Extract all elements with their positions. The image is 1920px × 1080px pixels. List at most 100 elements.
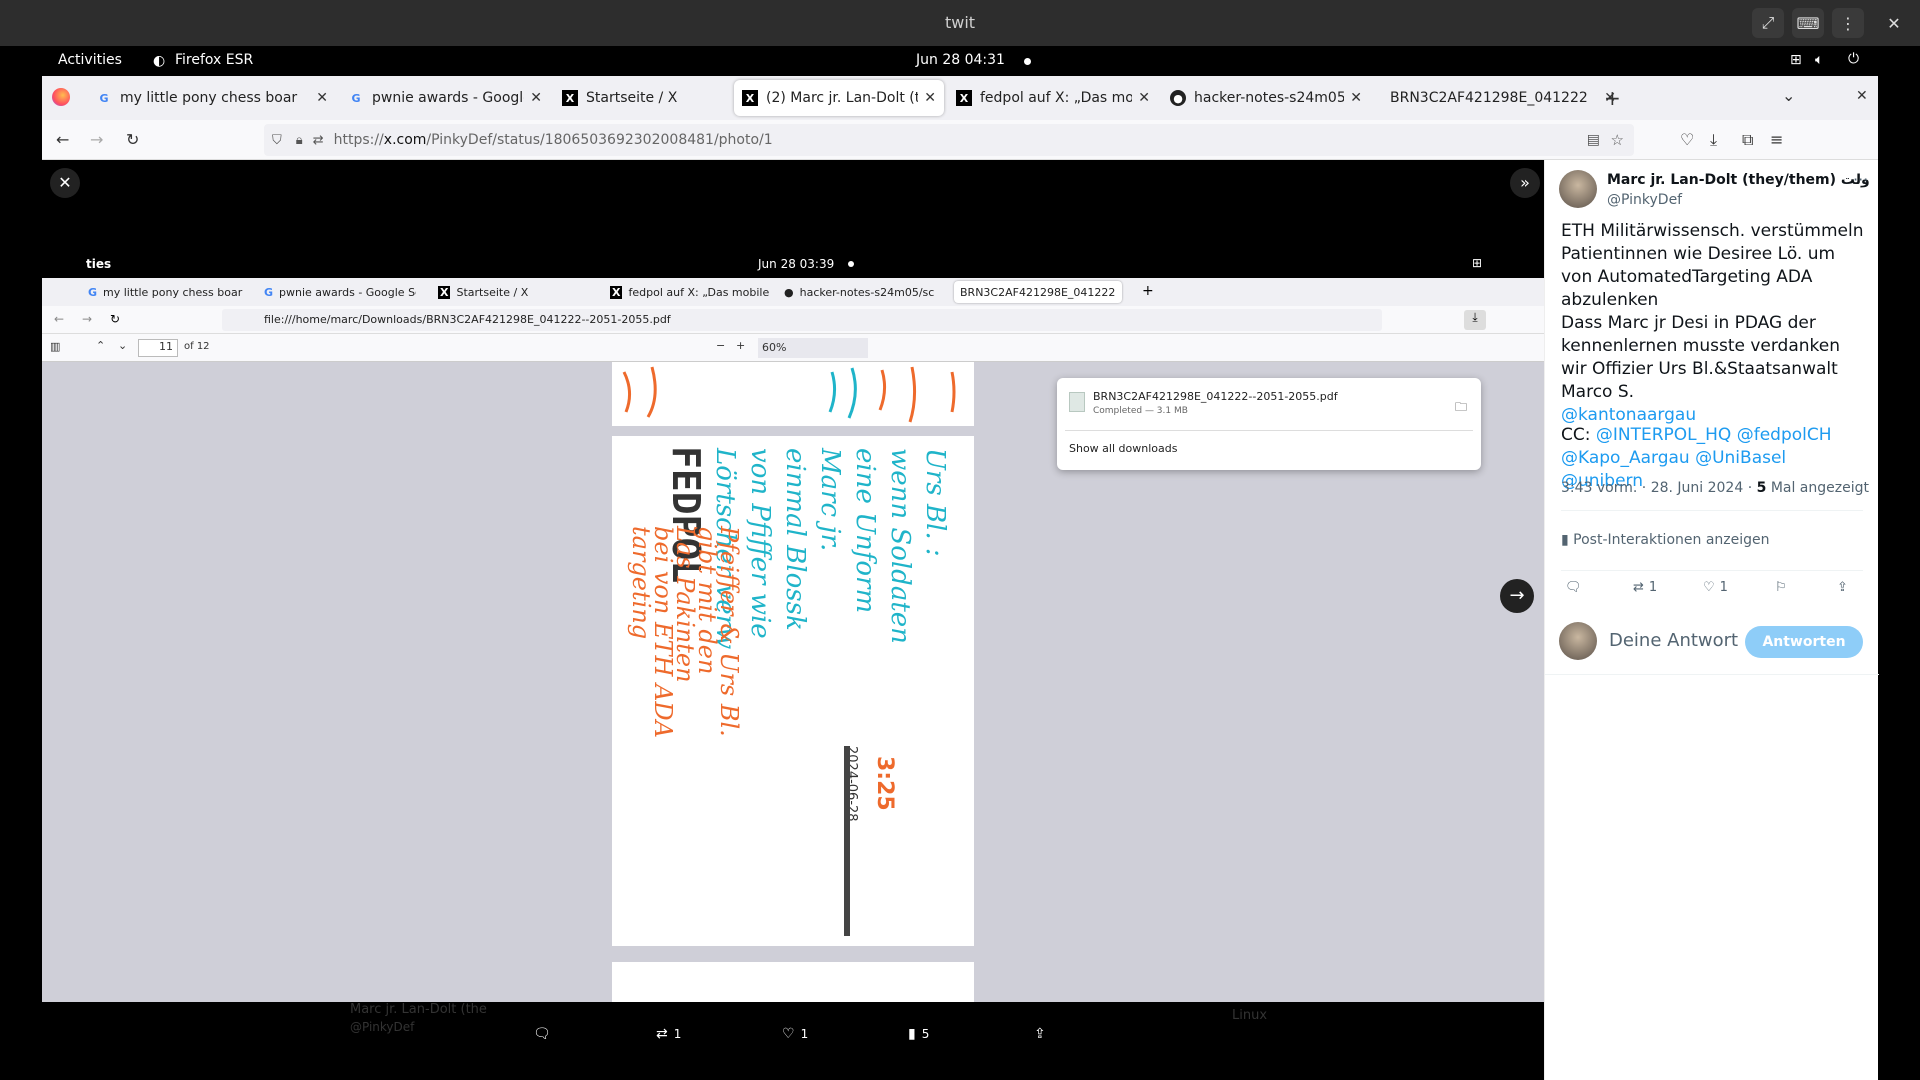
show-all-downloads: Show all downloads [1069,442,1178,455]
zoom-in-icon: + [736,339,746,352]
avatar[interactable] [1559,170,1597,208]
reply-submit-button[interactable]: Antworten [1745,626,1863,658]
app-menu-icon[interactable]: ≡ [1770,130,1783,149]
reply-input[interactable]: Deine Antwort [1609,630,1738,651]
like-button[interactable]: ♡ 1 [1703,580,1728,595]
back-icon[interactable]: ← [56,130,69,149]
x-logo-icon: X [438,285,451,299]
hw-line: Marc jr. [815,448,845,552]
mention-link[interactable]: @fedpolCH [1737,425,1832,445]
like-button[interactable]: ♡ 1 [782,1026,808,1042]
reload-icon[interactable]: ↻ [126,130,139,149]
inner-tab: ● hacker-notes-s24m05/sc [778,281,946,303]
folder-icon: 🗀 [1455,400,1468,414]
share-icon: ⇪ [1034,1026,1046,1042]
reader-view-icon[interactable]: ▤ [1587,132,1600,148]
url-prefix: https:// [333,132,384,148]
tweet-paragraph-1: ETH Militärwissensch. verstümmeln Patien… [1561,221,1864,310]
menu-kebab-icon[interactable]: ⋮ [1832,8,1864,38]
pdf-page-11: FEDPOL Urs Bl. : wenn Soldaten eine Unfo… [612,436,974,946]
share-button[interactable]: ⇪ [1034,1026,1046,1042]
power-icon[interactable]: ⏻ [1848,51,1859,67]
photo-viewer: ties Jun 28 03:39 ⊞ Gmy little pony ches… [42,160,1544,1080]
app-menu[interactable]: Firefox ESR [175,52,253,68]
close-tab-icon[interactable]: ✕ [1350,90,1362,106]
extensions-icon[interactable]: ⧉ [1742,130,1753,150]
expand-sidebar-button[interactable]: » [1510,168,1540,198]
fullscreen-icon[interactable]: ⤢ [1752,8,1784,38]
mention-link[interactable]: @kantonaargau [1561,405,1696,425]
inner-tab-label: fedpol auf X: „Das mobile [628,285,770,299]
close-photo-button[interactable]: ✕ [50,168,80,198]
share-button[interactable]: ⇪ [1837,580,1848,595]
hw-line: von Pfiffer wie [745,448,775,639]
address-bar[interactable]: ⛉ 🔒︎ ⇄ https://x.com/PinkyDef/status/180… [264,124,1634,156]
tab-label: Startseite / X [586,90,678,106]
close-window-icon[interactable]: ✕ [1878,8,1910,38]
inner-tab-strip: Gmy little pony chess boar Gpwnie awards… [42,278,1544,306]
close-tab-icon[interactable]: ✕ [316,90,328,106]
retweet-button[interactable]: ⇄ 1 [1633,580,1657,595]
tab-5[interactable]: ● hacker-notes-s24m05/sc ✕ [1162,80,1370,116]
inner-reload-icon: ↻ [110,312,121,326]
close-tab-icon[interactable]: ✕ [1138,90,1150,106]
volume-icon[interactable]: 🔈︎ [1815,52,1823,68]
tweet-panel: Marc jr. Lan-Dolt (they/them) ولت @Pinky… [1544,160,1879,1080]
handwriting-fragment [622,366,956,423]
downloads-icon[interactable]: ⤓ [1710,130,1717,150]
views-button[interactable]: ▮ 5 [908,1026,929,1042]
download-status: Completed — 3.1 MB [1093,406,1188,416]
hw-line: Urs Bl. : [920,448,950,557]
pocket-icon[interactable]: ♡ [1680,130,1694,149]
tab-3-active[interactable]: X (2) Marc jr. Lan-Dolt (they ✕ [734,80,944,116]
interactions-label: Post-Interaktionen anzeigen [1573,532,1770,548]
reply-button[interactable]: 🗨︎ [1565,580,1582,595]
list-all-tabs-icon[interactable]: ⌄ [1782,86,1795,105]
hw-line: einmal Blossk [780,448,810,631]
next-photo-button[interactable]: → [1500,579,1534,613]
activities-button[interactable]: Activities [58,52,122,68]
mention-link[interactable]: @Kapo_Aargau [1561,448,1690,468]
notification-dot [1024,58,1031,65]
shield-icon[interactable]: ⛉ [272,133,282,148]
bookmark-icon: ⚐ [1775,580,1787,595]
clock[interactable]: Jun 28 04:31 [916,52,1005,68]
network-icon[interactable]: ⊞ [1790,52,1802,68]
retweet-count: 1 [673,1027,682,1041]
inner-tab-label: BRN3C2AF421298E_041222 [960,285,1116,299]
close-tab-icon[interactable]: ✕ [924,90,936,106]
bookmark-star-icon[interactable]: ☆ [1611,131,1624,149]
tab-0[interactable]: G my little pony chess boar ✕ [88,80,336,116]
firefox-view-icon[interactable] [52,88,70,106]
window-title: twit [944,13,976,32]
reply-button[interactable]: 🗨︎ [533,1026,551,1042]
mention-link[interactable]: @UniBasel [1695,448,1786,468]
author-handle[interactable]: @PinkyDef [1607,192,1682,208]
nav-bar: ← → ↻ ⛉ 🔒︎ ⇄ https://x.com/PinkyDef/stat… [42,120,1878,160]
like-count: 1 [800,1027,809,1041]
tab-4[interactable]: X fedpol auf X: „Das mobile ✕ [948,80,1158,116]
page-count: of 12 [184,341,210,352]
post-interactions-link[interactable]: ▮ Post-Interaktionen anzeigen [1561,532,1770,548]
github-icon: ● [784,285,794,299]
mention-link[interactable]: @INTERPOL_HQ [1596,425,1731,445]
bookmark-button[interactable]: ⚐ [1775,580,1787,595]
tab-6[interactable]: BRN3C2AF421298E_041222 ✕ [1374,80,1624,116]
more-options-icon[interactable]: ··· [1853,170,1868,189]
retweet-count: 1 [1648,580,1658,595]
keyboard-icon[interactable]: ⌨ [1792,8,1824,38]
permissions-icon[interactable]: ⇄ [313,133,324,148]
inner-tab-label: pwnie awards - Google Sc [279,285,416,299]
handwriting-orange: Pfeiffer & Urs Bl. gibt mit den Las Paki… [627,526,743,936]
inner-network-icon: ⊞ [1472,256,1483,270]
lock-icon[interactable]: 🔒︎ [296,133,303,148]
tab-1[interactable]: G pwnie awards - Google Sc ✕ [340,80,550,116]
forward-icon[interactable]: → [90,130,103,149]
tab-label: hacker-notes-s24m05/sc [1194,90,1345,106]
close-tab-icon[interactable]: ✕ [530,90,542,106]
tweet-timestamp[interactable]: 3:43 vorm. · 28. Juni 2024 · [1561,480,1752,496]
author-name[interactable]: Marc jr. Lan-Dolt (they/them) ولت [1607,172,1870,188]
retweet-button[interactable]: ⇄ 1 [656,1026,681,1042]
close-window-button[interactable]: ✕ [1856,88,1868,104]
new-tab-button[interactable]: + [1604,86,1621,110]
